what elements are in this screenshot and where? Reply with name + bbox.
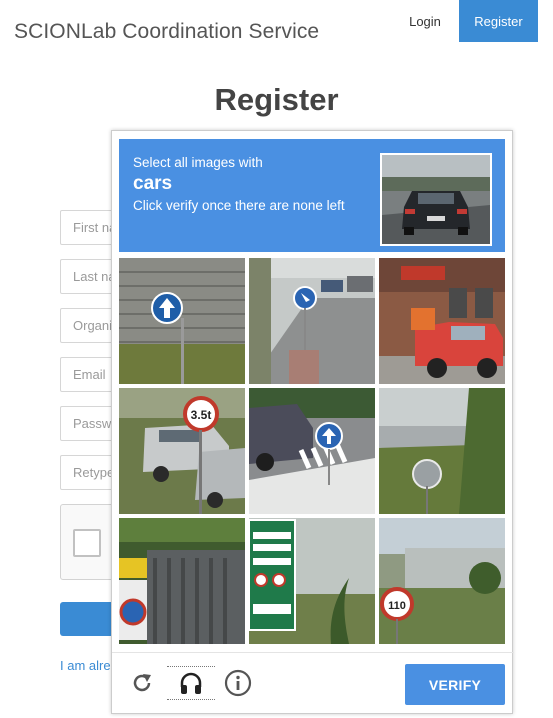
captcha-challenge-popup: Select all images with cars Click verify… [111,130,514,714]
image-tile[interactable] [379,388,505,514]
info-icon [224,669,252,697]
sample-car-image [380,153,492,246]
svg-text:110: 110 [388,600,406,612]
image-tile[interactable] [119,518,245,644]
image-tile[interactable]: 110 [379,518,505,644]
reload-icon [133,674,151,692]
challenge-header: Select all images with cars Click verify… [119,139,505,252]
challenge-keyword: cars [133,173,173,194]
challenge-instruction: Select all images with [133,155,263,170]
image-tile[interactable]: 3.5t [119,388,245,514]
image-tile[interactable] [379,258,505,384]
page-title: Register [214,82,339,117]
image-tile[interactable] [119,258,245,384]
image-tile[interactable] [249,518,375,644]
image-tile[interactable] [249,388,375,514]
svg-text:3.5t: 3.5t [191,408,212,422]
info-button[interactable] [221,666,255,700]
challenge-footer: VERIFY [112,652,514,714]
audio-challenge-button[interactable] [167,666,215,700]
navbar: SCIONLab Coordination Service Login Regi… [0,0,553,44]
brand-title[interactable]: SCIONLab Coordination Service [14,20,319,44]
recaptcha-checkbox[interactable] [73,529,101,557]
reload-button[interactable] [125,666,159,700]
verify-button[interactable]: VERIFY [405,664,505,705]
nav-login-link[interactable]: Login [392,0,458,42]
challenge-hint: Click verify once there are none left [133,198,345,213]
image-grid: 3.5t 110 [119,258,505,644]
image-tile[interactable] [249,258,375,384]
headphones-icon [180,672,202,694]
nav-register-link[interactable]: Register [459,0,538,42]
